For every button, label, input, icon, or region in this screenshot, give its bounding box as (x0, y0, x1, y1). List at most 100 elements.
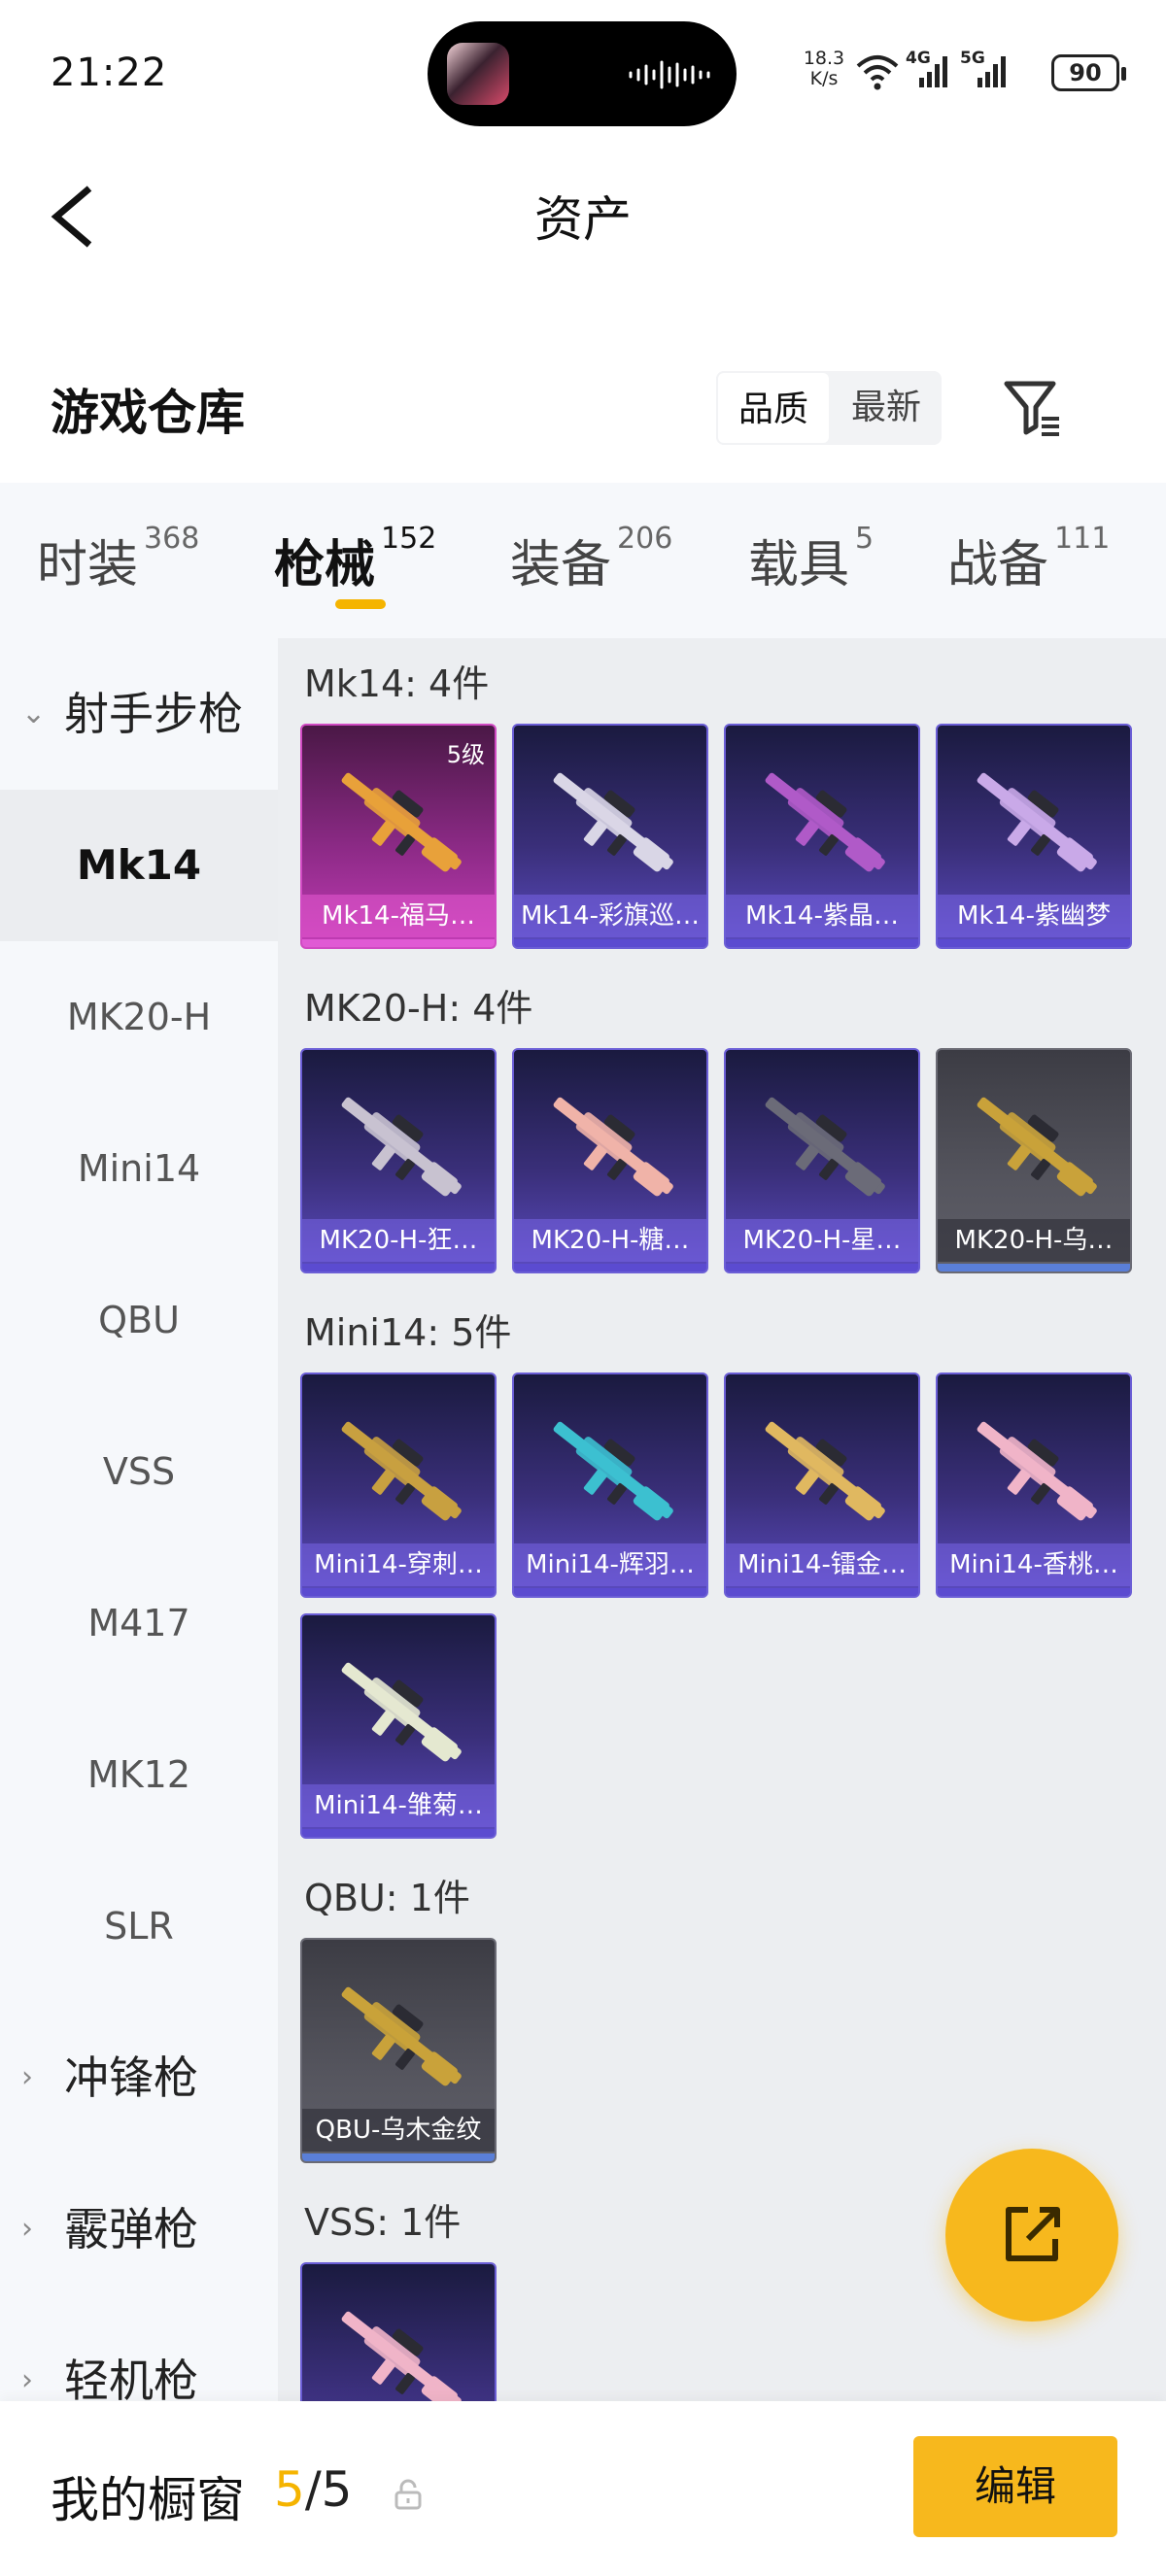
rifle-icon (765, 1097, 885, 1197)
rarity-stripe (302, 1264, 495, 1271)
weapon-card-label: Mini14-镭金… (726, 1543, 918, 1586)
rifle-icon (341, 1421, 462, 1521)
sidebar-group-label: 轻机枪 (64, 2355, 198, 2401)
audio-wave-icon (629, 60, 710, 89)
tab-firearms[interactable]: 枪械 152 (274, 522, 437, 596)
signal-4g-icon: 4G (906, 49, 954, 91)
showcase-count-current: 5 (274, 2461, 305, 2518)
status-time: 21:22 (51, 51, 168, 95)
weapon-card[interactable] (300, 2262, 497, 2401)
section-title: QBU: 1件 (304, 1877, 470, 1919)
rifle-icon (341, 772, 462, 872)
sidebar-item-qbu[interactable]: QBU (0, 1244, 278, 1396)
chevron-right-icon: › (21, 2363, 33, 2397)
weapon-card-label: MK20-H-乌… (938, 1219, 1130, 1262)
page-title: 资产 (534, 191, 632, 248)
sidebar-group-marksman[interactable]: ⌄ 射手步枪 (0, 638, 278, 790)
weapon-card[interactable]: Mk14-紫幽梦 (936, 724, 1132, 949)
external-link-icon (1006, 2207, 1060, 2261)
section-title: Mini14: 5件 (304, 1311, 512, 1354)
weapon-card-label: MK20-H-糖… (514, 1219, 706, 1262)
rifle-icon (553, 1097, 673, 1197)
tab-vehicles[interactable]: 载具 5 (748, 522, 874, 596)
category-tabs: 时装 368 枪械 152 装备 206 载具 5 战备 111 (0, 483, 1166, 638)
rarity-stripe (514, 1588, 706, 1596)
rifle-icon (341, 2311, 462, 2401)
tab-label: 时装 (37, 536, 139, 594)
weapon-card-label: Mini14-雏菊… (302, 1784, 495, 1827)
tab-count: 5 (855, 522, 874, 556)
weapon-card[interactable]: Mk14-彩旗巡… (512, 724, 708, 949)
sort-newest-button[interactable]: 最新 (831, 371, 942, 445)
rarity-stripe (726, 1588, 918, 1596)
rifle-icon (341, 1986, 462, 2086)
rarity-stripe (938, 1264, 1130, 1271)
share-fab-button[interactable] (945, 2149, 1118, 2322)
wifi-icon (856, 55, 899, 90)
sidebar-item-mk12[interactable]: MK12 (0, 1699, 278, 1850)
rarity-stripe (302, 939, 495, 947)
music-artwork-icon (447, 43, 509, 105)
weapon-card[interactable]: 5级 Mk14-福马… (300, 724, 497, 949)
dynamic-island[interactable] (428, 21, 737, 126)
weapon-card[interactable]: Mk14-紫晶… (724, 724, 920, 949)
sidebar-group-shotgun[interactable]: › 霰弹枪 (0, 2153, 278, 2305)
rifle-icon (977, 772, 1097, 872)
warehouse-title: 游戏仓库 (51, 385, 245, 441)
tab-supplies[interactable]: 战备 111 (947, 522, 1110, 596)
rifle-icon (341, 1097, 462, 1197)
sidebar-group-label: 射手步枪 (64, 688, 243, 740)
sidebar-item-vss[interactable]: VSS (0, 1396, 278, 1547)
weapon-card[interactable]: MK20-H-乌… (936, 1048, 1132, 1273)
weapon-card-label: MK20-H-星… (726, 1219, 918, 1262)
showcase-count: 5/5 (274, 2461, 352, 2518)
sidebar-group-label: 霰弹枪 (64, 2203, 198, 2255)
tab-equipment[interactable]: 装备 206 (510, 522, 672, 596)
sidebar-group-lmg[interactable]: › 轻机枪 (0, 2305, 278, 2401)
filter-icon[interactable] (1001, 374, 1065, 438)
weapon-card[interactable]: MK20-H-糖… (512, 1048, 708, 1273)
sidebar-item-mk20h[interactable]: MK20-H (0, 941, 278, 1093)
weapon-card[interactable]: QBU-乌木金纹 (300, 1938, 497, 2163)
rifle-icon (977, 1097, 1097, 1197)
weapon-grid: Mk14: 4件 5级 Mk14-福马… Mk14-彩旗巡… Mk14-紫晶… Mk14-… (278, 638, 1166, 2401)
tab-label: 枪械 (274, 536, 376, 594)
weapon-card[interactable]: Mini14-辉羽… (512, 1373, 708, 1598)
sidebar-item-m417[interactable]: M417 (0, 1547, 278, 1699)
weapon-card[interactable]: Mini14-雏菊… (300, 1613, 497, 1839)
weapon-card-label: Mk14-彩旗巡… (514, 895, 706, 937)
tab-count: 368 (144, 522, 200, 556)
sidebar-group-smg[interactable]: › 冲锋枪 (0, 2002, 278, 2153)
rarity-stripe (302, 1829, 495, 1837)
weapon-card-label: Mk14-紫晶… (726, 895, 918, 937)
tab-count: 152 (381, 522, 437, 556)
rarity-stripe (302, 1588, 495, 1596)
sidebar-item-slr[interactable]: SLR (0, 1850, 278, 2002)
app-header: 资产 (0, 155, 1166, 272)
weapon-card-label: Mk14-福马… (302, 895, 495, 937)
sort-quality-button[interactable]: 品质 (716, 371, 831, 445)
sidebar-item-mini14[interactable]: Mini14 (0, 1093, 278, 1244)
tab-fashion[interactable]: 时装 368 (37, 522, 200, 596)
weapon-card-label: QBU-乌木金纹 (302, 2109, 495, 2152)
chevron-right-icon: › (21, 2212, 33, 2246)
weapon-card-label: Mini14-穿刺… (302, 1543, 495, 1586)
lock-icon (394, 2479, 422, 2510)
sort-toggle: 品质 最新 (716, 371, 942, 445)
rarity-stripe (726, 939, 918, 947)
weapon-card[interactable]: Mini14-香桃… (936, 1373, 1132, 1598)
sidebar-item-mk14[interactable]: Mk14 (0, 790, 278, 941)
rifle-icon (765, 772, 885, 872)
tab-label: 载具 (748, 536, 850, 594)
active-tab-indicator (335, 599, 386, 609)
weapon-card[interactable]: Mini14-镭金… (724, 1373, 920, 1598)
weapon-card[interactable]: Mini14-穿刺… (300, 1373, 497, 1598)
edit-button[interactable]: 编辑 (913, 2436, 1117, 2537)
weapon-card-label: Mini14-香桃… (938, 1543, 1130, 1586)
weapon-card[interactable]: MK20-H-星… (724, 1048, 920, 1273)
section-title: VSS: 1件 (304, 2201, 462, 2244)
showcase-bar: 我的橱窗 5/5 编辑 (0, 2401, 1166, 2576)
weapon-card[interactable]: MK20-H-狂… (300, 1048, 497, 1273)
signal-5g-icon: 5G (960, 49, 1018, 91)
status-bar: 21:22 18.3 K/s 4G 5G 90 (0, 0, 1166, 136)
